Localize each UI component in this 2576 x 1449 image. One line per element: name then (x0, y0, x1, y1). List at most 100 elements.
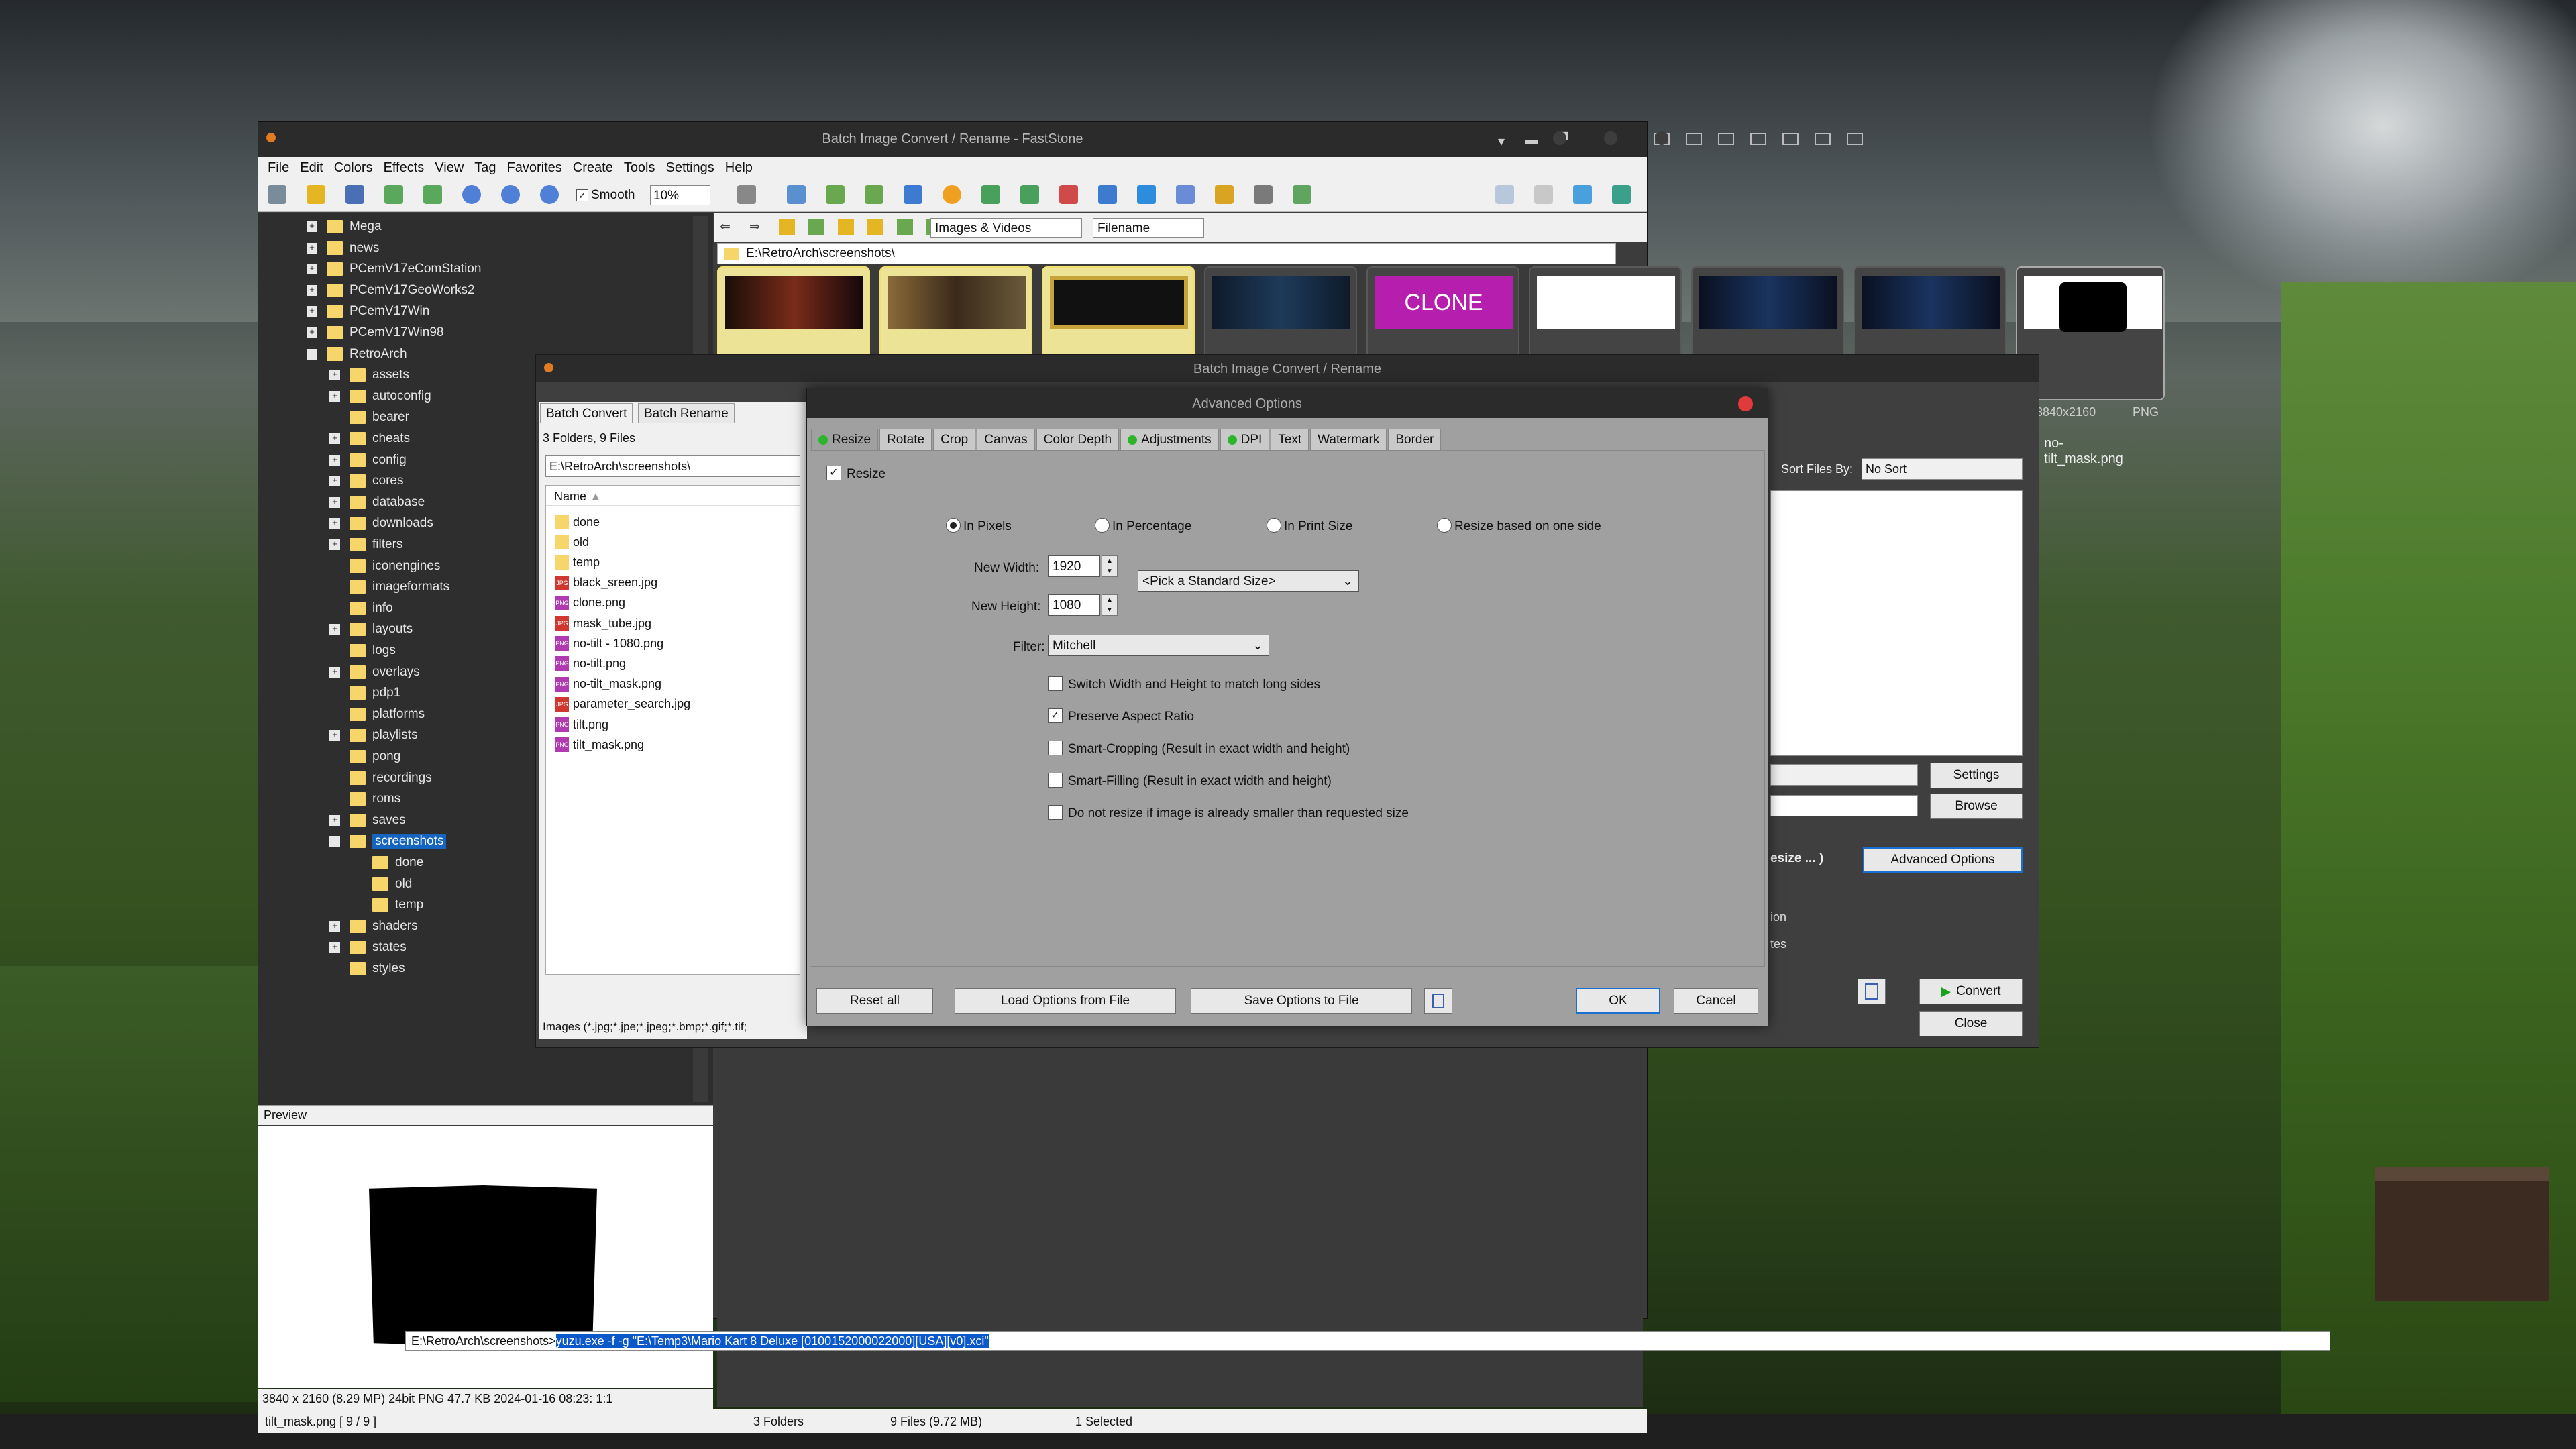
smooth-checkbox[interactable]: ✓ (576, 189, 588, 201)
option-checkbox[interactable] (1048, 805, 1063, 820)
zoom-in-icon[interactable] (462, 185, 481, 204)
window-tool-icon[interactable] (1815, 133, 1831, 145)
layout-2-icon[interactable] (1534, 185, 1553, 204)
window-dot-icon[interactable] (1604, 131, 1617, 145)
tree-item[interactable]: + PCemV17Win (307, 301, 429, 321)
refresh-icon[interactable] (897, 219, 913, 235)
tree-expander[interactable] (352, 857, 363, 868)
tree-expander[interactable] (329, 561, 340, 572)
menu-effects[interactable]: Effects (384, 160, 425, 176)
radio-in-pixels[interactable] (946, 518, 961, 533)
tab-batch-convert[interactable]: Batch Convert (540, 403, 633, 423)
file-filter[interactable]: Images (*.jpg;*.jpe;*.jpeg;*.bmp;*.gif;*… (543, 1020, 804, 1034)
tree-item[interactable]: roms (329, 789, 400, 809)
menu-tools[interactable]: Tools (624, 160, 655, 176)
batch-icon[interactable] (1059, 185, 1078, 204)
filmstrip-icon[interactable] (787, 185, 806, 204)
window-dot-icon[interactable] (1655, 131, 1668, 145)
menu-file[interactable]: File (268, 160, 289, 176)
back-icon[interactable]: ⇐ (720, 219, 736, 235)
tree-expander[interactable] (329, 963, 340, 974)
tree-item[interactable]: - screenshots (329, 831, 447, 851)
tree-expander[interactable]: + (329, 476, 340, 487)
tab-watermark[interactable]: Watermark (1310, 429, 1387, 450)
tab-crop[interactable]: Crop (933, 429, 976, 450)
email-icon[interactable] (904, 185, 922, 204)
tab-color-depth[interactable]: Color Depth (1036, 429, 1120, 450)
tree-expander[interactable]: + (329, 920, 340, 932)
hand-tool-icon[interactable] (737, 185, 756, 204)
menu-edit[interactable]: Edit (300, 160, 323, 176)
tree-expander[interactable]: - (307, 348, 317, 360)
color-icon[interactable] (943, 185, 961, 204)
file-list-item[interactable]: PNG clone.png (555, 594, 625, 612)
standard-size-select[interactable]: <Pick a Standard Size> ⌄ (1138, 570, 1359, 592)
tree-item[interactable]: + PCemV17Win98 (307, 323, 443, 343)
menu-settings[interactable]: Settings (666, 160, 714, 176)
tree-item[interactable]: + PCemV17eComStation (307, 259, 481, 279)
height-spinner[interactable]: ▲ ▼ (1102, 594, 1118, 616)
minimize-small-icon[interactable]: ▬ (1525, 133, 1538, 150)
tree-expander[interactable] (329, 751, 340, 762)
menu-tag[interactable]: Tag (474, 160, 496, 176)
radio-in-print-size[interactable] (1267, 518, 1281, 533)
tree-expander[interactable] (329, 603, 340, 614)
tree-expander[interactable]: + (307, 221, 317, 232)
tree-expander[interactable] (329, 688, 340, 698)
radio-one-side[interactable] (1437, 518, 1452, 533)
tree-item[interactable]: + overlays (329, 662, 420, 682)
menu-favorites[interactable]: Favorites (507, 160, 562, 176)
path-bar[interactable]: E:\RetroArch\screenshots\ (717, 243, 1616, 264)
tree-item[interactable]: iconengines (329, 556, 440, 576)
advanced-options-button[interactable]: Advanced Options (1863, 847, 2023, 873)
tab-rotate[interactable]: Rotate (879, 429, 932, 450)
tree-item[interactable]: + states (329, 937, 407, 957)
tree-item[interactable]: + config (329, 450, 407, 470)
smooth-toggle[interactable]: ✓ Smooth (576, 188, 635, 203)
tree-item[interactable]: recordings (329, 768, 432, 788)
window-icon[interactable] (1137, 185, 1156, 204)
import-icon[interactable] (423, 185, 442, 204)
tree-item[interactable]: + Mega (307, 217, 382, 237)
open-folder-icon[interactable] (307, 185, 325, 204)
camera-icon[interactable] (268, 185, 286, 204)
convert-button[interactable]: ▶ Convert (1919, 979, 2023, 1004)
tab-resize[interactable]: Resize (811, 429, 879, 450)
tree-item[interactable]: old (352, 874, 412, 894)
command-line[interactable]: E:\RetroArch\screenshots>yuzu.exe -f -g … (405, 1331, 2330, 1351)
tree-expander[interactable]: + (329, 730, 340, 741)
tree-item[interactable]: + cores (329, 471, 403, 491)
tree-expander[interactable]: + (329, 454, 340, 466)
file-list-item[interactable]: temp (555, 553, 600, 572)
advanced-title-bar[interactable]: Advanced Options (807, 388, 1768, 418)
resize-checkbox[interactable]: ✓ (826, 466, 841, 480)
stack-icon[interactable] (1215, 185, 1234, 204)
option-checkbox[interactable] (1048, 773, 1063, 788)
filter-select[interactable]: Mitchell ⌄ (1048, 635, 1269, 656)
folder-green-icon[interactable] (808, 219, 824, 235)
tree-expander[interactable]: + (307, 242, 317, 254)
tree-expander[interactable]: + (329, 942, 340, 953)
file-list-item[interactable]: PNG no-tilt - 1080.png (555, 634, 663, 653)
layout-3-icon[interactable] (1573, 185, 1592, 204)
output-format-select[interactable] (1770, 764, 1918, 786)
file-list-item[interactable]: PNG no-tilt_mask.png (555, 675, 661, 694)
tree-item[interactable]: platforms (329, 704, 425, 724)
tree-expander[interactable]: - (329, 836, 340, 847)
preview-options-button[interactable] (1424, 988, 1452, 1014)
file-list-item[interactable]: old (555, 533, 589, 551)
tree-expander[interactable]: + (329, 814, 340, 826)
tab-adjustments[interactable]: Adjustments (1120, 429, 1219, 450)
save-icon[interactable] (345, 185, 364, 204)
folder-icon[interactable] (838, 219, 854, 235)
tree-expander[interactable]: + (329, 539, 340, 550)
tree-expander[interactable] (329, 582, 340, 592)
width-input[interactable]: 1920 (1048, 555, 1100, 577)
file-list-item[interactable]: PNG no-tilt.png (555, 654, 626, 673)
batch-path[interactable]: E:\RetroArch\screenshots\ (545, 455, 800, 477)
output-folder-field[interactable] (1770, 795, 1918, 816)
window-tool-icon[interactable] (1750, 133, 1766, 145)
tree-expander[interactable]: + (307, 306, 317, 317)
tree-item[interactable]: + database (329, 492, 425, 513)
browse-button[interactable]: Browse (1930, 794, 2023, 819)
